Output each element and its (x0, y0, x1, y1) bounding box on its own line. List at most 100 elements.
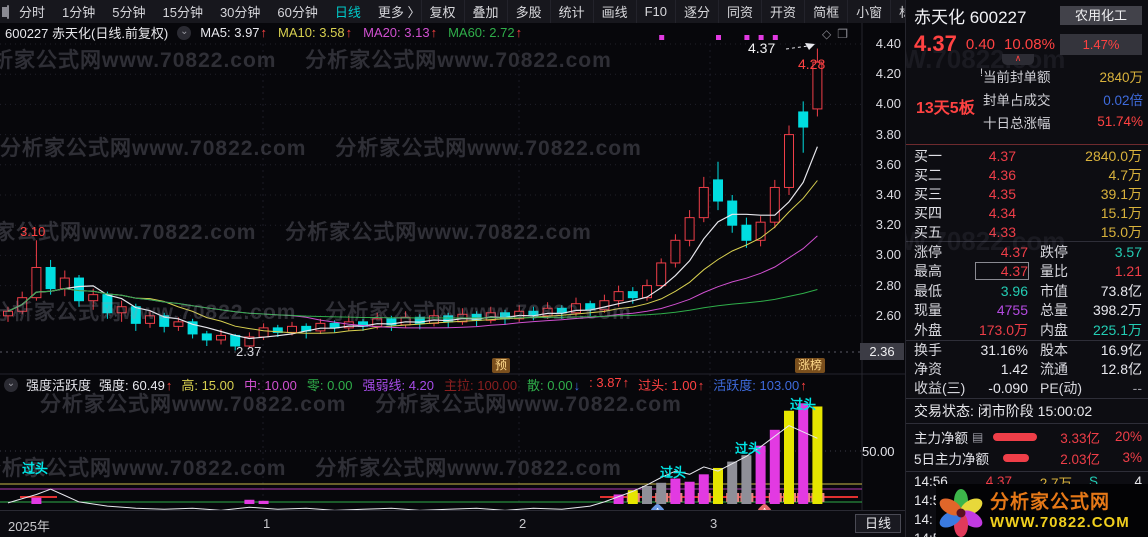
price-change: 0.40 (965, 35, 996, 53)
indicator-field: 主拉: 100.00 (444, 378, 518, 393)
main-flow-section: 主力净额 ▤ 3.33亿 20% 5日主力净额 2.03亿 3% (906, 423, 1148, 471)
chart-corner-icons: ◇ ❐ (822, 27, 848, 41)
bid-row: 买四 4.34 15.1万 (914, 204, 1142, 221)
stats-grid: 涨停 4.37 跌停 3.57 最高 4.37 量比 1.21 最低 3.96 … (906, 242, 1148, 398)
stat-row: 换手 31.16% 股本 16.9亿 (906, 339, 1148, 360)
period-tab[interactable]: 30分钟 (220, 2, 260, 21)
stat-row: 净资 1.42 流通 12.8亿 (914, 360, 1142, 377)
period-tab[interactable]: 1分钟 (62, 2, 95, 21)
up-arrow-icon: ↑ (430, 25, 438, 40)
toolbar-button[interactable]: 多股 (506, 0, 550, 23)
chevron-down-icon[interactable]: ⌄ (4, 377, 18, 392)
indicator-field: 散: 0.00↓ (527, 378, 581, 393)
period-tab[interactable]: 分时 (19, 2, 45, 21)
annotation-early-high: 3.10 (20, 224, 46, 239)
toolbar-button[interactable]: 画线 (592, 0, 636, 23)
industry-badge[interactable]: 农用化工 (1060, 6, 1142, 25)
seal-rows: 当前封单额 2840万 封单占成交 0.02倍 十日总涨幅 51.74% (983, 64, 1143, 133)
chevron-down-icon[interactable]: ⌄ (177, 25, 192, 40)
period-tab[interactable]: 60分钟 (277, 2, 317, 21)
x-axis: 2025年 1 2 3 -- 日线 (0, 510, 905, 537)
toolbar-button[interactable]: 开资 (761, 0, 804, 23)
logo-title: 分析家公式网 (990, 492, 1111, 513)
indicator-field: 过头: 1.00↑ (638, 378, 705, 393)
industry-change: 1.47% (1060, 33, 1142, 55)
toolbar-button[interactable]: 简框 (804, 0, 847, 23)
period-tab[interactable]: 15分钟 (162, 2, 202, 21)
annotation-low: 2.37 (236, 344, 262, 359)
indicator-header: ⌄ 强度活跃度 强度: 60.49↑ 高: 15.00 中: 10.00 零: … (0, 375, 864, 393)
price-tick-label: 2.60 (875, 307, 901, 323)
forecast-badge[interactable]: 预 (492, 358, 511, 373)
price-tick-label: 3.80 (875, 126, 901, 142)
arrow-icon: ↑ (165, 378, 173, 393)
list-icon[interactable]: ▤ (972, 430, 983, 444)
period-tab[interactable]: 日线 (335, 2, 361, 21)
x-axis-month: 1 (263, 516, 271, 531)
indicator-overhead-label: 过头 (735, 441, 762, 456)
stat-row: 最高 4.37 量比 1.21 (914, 262, 1142, 281)
indicator-field: 活跃度: 103.00↑ (713, 378, 807, 393)
flow-bar (993, 432, 1038, 441)
ma-legend: MA5: 3.97↑ MA10: 3.58↑ MA20: 3.13↑ MA60:… (200, 25, 522, 40)
indicator-field: 强弱线: 4.20 (362, 378, 435, 393)
chart-header: 600227 赤天化(日线.前复权) ⌄ MA5: 3.97↑ MA10: 3.… (0, 23, 865, 42)
period-tabs: 分时 1分钟 5分钟 15分钟 30分钟 60分钟 日线 更多 〉 (19, 2, 421, 21)
limit-up-streak: 13天5板 (916, 100, 975, 117)
toolbar-button[interactable]: F10 (635, 0, 675, 23)
bid-row: 买二 4.36 4.7万 (914, 166, 1142, 183)
stat-row: 现量 4755 总量 398.2万 (914, 302, 1142, 319)
toolbar-button[interactable]: 小窗 (847, 0, 890, 23)
flower-logo-icon (939, 489, 983, 537)
period-tab[interactable]: 5分钟 (112, 2, 145, 21)
seal-row: 当前封单额 2840万 (983, 69, 1143, 85)
x-axis-month: 3 (710, 516, 718, 531)
bid-row: 买五 4.33 15.0万 (914, 223, 1142, 240)
up-arrow-icon: ↑ (260, 25, 268, 40)
x-axis-month: 2 (519, 516, 527, 531)
ma-item: MA60: 2.72↑ (448, 25, 523, 40)
site-logo: 分析家公式网 WWW.70822.COM (936, 484, 1148, 537)
trade-status: 交易状态: 闭市阶段 15:00:02 (906, 398, 1148, 423)
ma-item: MA20: 3.13↑ (363, 25, 438, 40)
annotation-last-price: 4.28 (798, 56, 826, 72)
indicator-field: 零: 0.00 (306, 378, 353, 393)
seal-row: 封单占成交 0.02倍 (983, 92, 1143, 108)
indicator-axis-label: 50.00 (862, 444, 895, 459)
baseline-price-label: 2.36 (860, 343, 904, 360)
diamond-icon[interactable]: ◇ (822, 27, 831, 41)
indicator-field: : 3.87↑ (589, 375, 630, 390)
up-arrow-icon: ↑ (515, 25, 523, 40)
price-tick-label: 3.40 (875, 187, 901, 202)
price-tick-label: 3.60 (875, 156, 901, 172)
ma-item: MA5: 3.97↑ (200, 25, 268, 40)
chart-title: 600227 赤天化(日线.前复权) (5, 26, 169, 41)
toolbar-button[interactable]: 同资 (718, 0, 761, 23)
quote-panel: W.70822.com W.70822.com 赤天化 600227 农用化工 … (905, 0, 1148, 537)
stock-name: 赤天化 600227 (914, 8, 1027, 27)
logo-url: WWW.70822.COM (990, 514, 1130, 531)
toolbar-button[interactable]: 逐分 (675, 0, 718, 23)
indicator-overhead-label: 过头 (22, 461, 49, 476)
panel-icon[interactable]: ❐ (837, 27, 848, 41)
stat-row: 最低 3.96 市值 73.8亿 (914, 282, 1142, 299)
main-chart-svg (0, 23, 905, 510)
bid-queue: 买一 4.37 2840.0万 买二 4.36 4.7万 买三 4.35 39.… (906, 144, 1148, 242)
toolbar-button[interactable]: 叠加 (463, 0, 507, 23)
limit-up-section: ∧ 13天5板 ! 当前封单额 2840万 封单占成交 0.02倍 十日总涨幅 … (906, 54, 1148, 144)
annotation-peak: 4.37 (748, 40, 776, 56)
toolbar-button[interactable]: 统计 (549, 0, 593, 23)
arrow-icon: ↑ (697, 378, 705, 393)
stat-row: 收益(三) -0.090 PE(动) -- (914, 380, 1142, 397)
period-tab[interactable]: 更多 〉 (378, 2, 421, 21)
indicator-field: 高: 15.00 (181, 378, 235, 393)
price-tick-label: 4.00 (875, 96, 901, 112)
chart-canvas[interactable]: 分析家公式网www.70822.com 分析家公式网www.70822.com … (0, 23, 905, 510)
ranking-badge[interactable]: 涨榜 (795, 358, 826, 373)
price-tick-label: 3.00 (875, 247, 901, 263)
panel-toggle-icon[interactable] (2, 4, 9, 19)
tick-list[interactable]: 14:56 4.37 2.7万 S 4 14:5 14: 分析家公式网 WWW.… (906, 471, 1148, 537)
flow-row: 主力净额 ▤ 3.33亿 20% (914, 429, 1142, 446)
toolbar-button[interactable]: 复权 (420, 0, 464, 23)
period-selector[interactable]: 日线 (854, 514, 901, 533)
